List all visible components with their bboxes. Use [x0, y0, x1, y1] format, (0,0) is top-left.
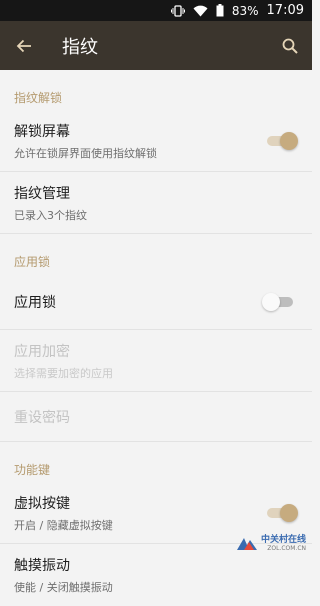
item-subtitle: 使能 / 关闭触摸振动 [14, 581, 113, 594]
app-bar: 指纹 [0, 21, 312, 70]
item-title: 指纹管理 [14, 185, 70, 202]
item-title: 重设密码 [14, 409, 70, 426]
virtual-keys-toggle[interactable] [266, 503, 298, 523]
search-button[interactable] [268, 21, 312, 70]
item-subtitle: 已录入3个指纹 [14, 208, 87, 222]
section-header-label: 指纹解锁 [14, 91, 63, 105]
search-icon [282, 38, 298, 54]
app-encrypt-item[interactable]: 应用加密 选择需要加密的应用 [0, 330, 312, 392]
unlock-screen-toggle[interactable] [266, 131, 298, 151]
clock: 17:09 [266, 3, 304, 18]
battery-percent: 83% [231, 3, 259, 18]
reset-password-item[interactable]: 重设密码 [0, 392, 312, 442]
zol-logo-icon [236, 538, 257, 550]
item-title: 触摸振动 [14, 558, 70, 574]
wifi-icon [193, 5, 208, 17]
watermark-en: ZOL.COM.CN [267, 545, 306, 552]
unlock-screen-item[interactable]: 解锁屏幕 允许在锁屏界面使用指纹解锁 [0, 110, 312, 172]
item-title: 应用加密 [14, 343, 70, 360]
back-button[interactable] [0, 21, 48, 70]
watermark: 中关村在线 ZOL.COM.CN [236, 535, 306, 553]
watermark-cn: 中关村在线 [260, 535, 306, 545]
section-header-function-keys: 功能键 [0, 442, 312, 482]
arrow-back-icon [16, 39, 31, 52]
section-header-label: 功能键 [14, 463, 51, 477]
section-header-label: 应用锁 [14, 255, 51, 269]
fingerprint-manage-item[interactable]: 指纹管理 已录入3个指纹 [0, 172, 312, 234]
page-title: 指纹 [62, 36, 98, 58]
settings-list: 指纹解锁 解锁屏幕 允许在锁屏界面使用指纹解锁 指纹管理 已录入3个指纹 应用锁… [0, 70, 312, 606]
app-lock-toggle[interactable] [262, 292, 296, 312]
section-header-fingerprint-unlock: 指纹解锁 [0, 70, 312, 110]
app-lock-item[interactable]: 应用锁 [0, 274, 312, 330]
haptic-item[interactable]: 触摸振动 使能 / 关闭触摸振动 [0, 544, 312, 606]
item-subtitle: 选择需要加密的应用 [14, 366, 113, 380]
status-bar: 83% 17:09 [0, 0, 312, 21]
vibrate-icon [170, 4, 185, 17]
battery-icon [216, 4, 224, 17]
section-header-app-lock: 应用锁 [0, 234, 312, 274]
